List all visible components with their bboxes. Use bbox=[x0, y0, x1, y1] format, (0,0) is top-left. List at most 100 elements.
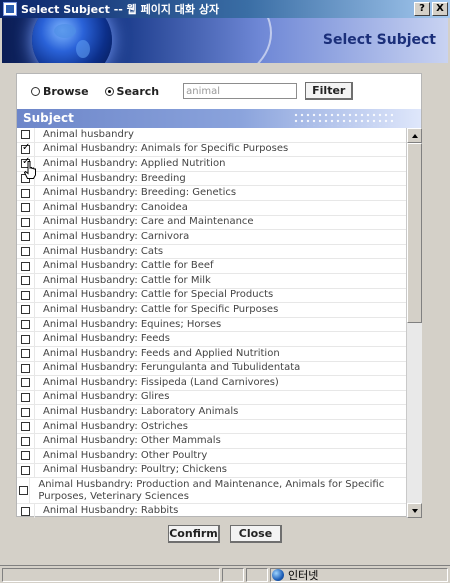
subject-checkbox[interactable] bbox=[21, 465, 30, 475]
list-scrollbar[interactable] bbox=[406, 128, 422, 518]
status-bar: 인터넷 bbox=[0, 565, 450, 583]
subject-label: Animal Husbandry: Cattle for Special Pro… bbox=[43, 289, 274, 301]
subject-row[interactable]: Animal Husbandry: Breeding: Genetics bbox=[17, 186, 406, 201]
subject-row[interactable]: Animal Husbandry: Applied Nutrition bbox=[17, 157, 406, 172]
subject-checkbox-cell bbox=[17, 230, 35, 244]
subject-checkbox[interactable] bbox=[21, 188, 30, 198]
subject-checkbox[interactable] bbox=[21, 320, 30, 330]
subject-row[interactable]: Animal Husbandry: Cattle for Special Pro… bbox=[17, 288, 406, 304]
subject-row[interactable]: Animal Husbandry: Other Mammals bbox=[17, 434, 406, 450]
search-radio[interactable] bbox=[104, 86, 114, 96]
subject-checkbox-cell bbox=[17, 419, 35, 434]
subject-checkbox[interactable] bbox=[21, 203, 30, 213]
subject-label: Animal Husbandry: Canoidea bbox=[43, 201, 188, 213]
subject-checkbox[interactable] bbox=[21, 451, 30, 461]
close-window-button[interactable]: X bbox=[432, 2, 448, 16]
search-radio-option[interactable]: Search bbox=[104, 85, 160, 98]
subject-checkbox[interactable] bbox=[21, 232, 30, 242]
subject-row[interactable]: Animal Husbandry: Feeds and Applied Nutr… bbox=[17, 346, 406, 362]
subject-label: Animal Husbandry: Other Poultry bbox=[43, 449, 208, 461]
subject-checkbox-cell bbox=[17, 200, 35, 215]
status-pane bbox=[222, 568, 244, 582]
subject-row[interactable]: Animal Husbandry: Canoidea bbox=[17, 200, 406, 216]
subject-row[interactable]: Animal husbandry bbox=[17, 128, 406, 143]
close-button[interactable]: Close bbox=[230, 525, 282, 543]
subject-row[interactable]: Animal Husbandry: Cats bbox=[17, 244, 406, 260]
browse-radio[interactable] bbox=[31, 86, 40, 96]
status-zone: 인터넷 bbox=[272, 568, 318, 582]
hand-cursor-icon bbox=[24, 161, 36, 179]
subject-row[interactable]: Animal Husbandry: Glires bbox=[17, 390, 406, 406]
subject-checkbox[interactable] bbox=[21, 290, 30, 300]
dialog-buttons: Confirm Close bbox=[0, 525, 450, 547]
subject-checkbox[interactable] bbox=[18, 486, 28, 496]
subject-label: Animal Husbandry: Glires bbox=[43, 391, 170, 403]
subject-label: Animal Husbandry: Applied Nutrition bbox=[43, 157, 226, 169]
subject-label: Animal Husbandry: Cats bbox=[43, 245, 164, 257]
filter-button[interactable]: Filter bbox=[305, 82, 354, 100]
subject-checkbox[interactable] bbox=[21, 130, 30, 140]
subject-row[interactable]: Animal Husbandry: Ostriches bbox=[17, 419, 406, 435]
subject-checkbox[interactable] bbox=[21, 276, 30, 286]
scroll-up-icon[interactable] bbox=[407, 128, 422, 143]
subject-row[interactable]: Animal Husbandry: Breeding bbox=[17, 171, 406, 187]
subject-checkbox-cell bbox=[17, 449, 35, 463]
subject-label: Animal Husbandry: Feeds and Applied Nutr… bbox=[43, 347, 280, 359]
subject-checkbox-cell bbox=[17, 478, 31, 504]
subject-label: Animal Husbandry: Ferungulanta and Tubul… bbox=[43, 362, 301, 374]
subject-checkbox[interactable] bbox=[21, 392, 30, 402]
search-radio-label[interactable]: Search bbox=[117, 85, 160, 98]
subject-row[interactable]: Animal Husbandry: Fissipeda (Land Carniv… bbox=[17, 376, 406, 391]
subject-checkbox[interactable] bbox=[21, 143, 30, 154]
subject-checkbox[interactable] bbox=[21, 378, 30, 388]
status-message-pane bbox=[2, 568, 220, 582]
search-input[interactable] bbox=[183, 83, 298, 99]
confirm-button[interactable]: Confirm bbox=[168, 525, 220, 543]
subject-checkbox[interactable] bbox=[21, 305, 30, 315]
subject-checkbox[interactable] bbox=[21, 261, 30, 271]
subject-checkbox[interactable] bbox=[21, 422, 30, 432]
subject-label: Animal Husbandry: Cattle for Specific Pu… bbox=[43, 303, 279, 315]
subject-checkbox[interactable] bbox=[21, 506, 30, 516]
subject-checkbox[interactable] bbox=[21, 334, 30, 344]
subject-panel: Browse Search Filter Subject Animal husb… bbox=[16, 73, 422, 518]
subject-row[interactable]: Animal Husbandry: Carnivora bbox=[17, 230, 406, 245]
subject-row[interactable]: Animal Husbandry: Cattle for Beef bbox=[17, 259, 406, 274]
subject-label: Animal Husbandry: Cattle for Beef bbox=[43, 260, 214, 272]
subject-checkbox-cell bbox=[17, 215, 35, 230]
browse-radio-label[interactable]: Browse bbox=[43, 85, 89, 98]
scroll-down-icon[interactable] bbox=[407, 503, 422, 518]
subject-checkbox[interactable] bbox=[21, 217, 30, 227]
subject-row[interactable]: Animal Husbandry: Animals for Specific P… bbox=[17, 142, 406, 158]
subject-checkbox[interactable] bbox=[21, 247, 30, 257]
subject-row[interactable]: Animal Husbandry: Laboratory Animals bbox=[17, 405, 406, 420]
subject-row[interactable]: Animal Husbandry: Cattle for Specific Pu… bbox=[17, 303, 406, 318]
subject-checkbox-cell bbox=[17, 504, 35, 518]
subject-checkbox-cell bbox=[17, 273, 35, 288]
subject-row[interactable]: Animal Husbandry: Rabbits bbox=[17, 504, 406, 518]
subject-label: Animal Husbandry: Laboratory Animals bbox=[43, 406, 239, 418]
globe-icon bbox=[272, 569, 284, 581]
subject-checkbox[interactable] bbox=[21, 436, 30, 446]
subject-row[interactable]: Animal Husbandry: Equines; Horses bbox=[17, 317, 406, 333]
subject-row[interactable]: Animal Husbandry: Care and Maintenance bbox=[17, 215, 406, 231]
subject-row[interactable]: Animal Husbandry: Cattle for Milk bbox=[17, 273, 406, 289]
subject-checkbox-cell bbox=[17, 463, 35, 478]
subject-checkbox[interactable] bbox=[21, 349, 30, 359]
subject-checkbox-cell bbox=[17, 142, 35, 157]
scroll-thumb[interactable] bbox=[407, 143, 422, 323]
browse-radio-option[interactable]: Browse bbox=[31, 85, 89, 98]
subject-checkbox-cell bbox=[17, 259, 35, 273]
subject-label: Animal Husbandry: Ostriches bbox=[43, 420, 188, 432]
subject-checkbox-cell bbox=[17, 128, 35, 142]
subject-row[interactable]: Animal Husbandry: Feeds bbox=[17, 332, 406, 347]
subject-row[interactable]: Animal Husbandry: Other Poultry bbox=[17, 449, 406, 464]
help-button[interactable]: ? bbox=[414, 2, 430, 16]
subject-row[interactable]: Animal Husbandry: Poultry; Chickens bbox=[17, 463, 406, 479]
subject-checkbox[interactable] bbox=[21, 363, 30, 373]
subject-checkbox-cell bbox=[17, 317, 35, 332]
subject-label: Animal husbandry bbox=[43, 128, 134, 140]
subject-row[interactable]: Animal Husbandry: Production and Mainten… bbox=[17, 478, 406, 505]
subject-checkbox[interactable] bbox=[21, 407, 30, 417]
subject-row[interactable]: Animal Husbandry: Ferungulanta and Tubul… bbox=[17, 361, 406, 377]
